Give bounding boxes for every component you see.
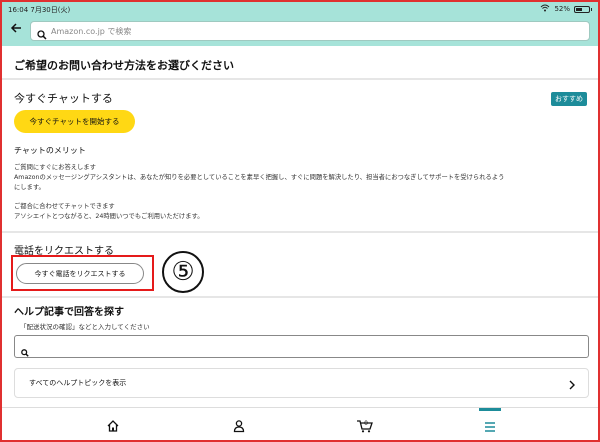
- merit2-title: ご都合に合わせてチャットできます: [14, 203, 115, 210]
- status-time: 16:04 7月30日(火): [8, 6, 71, 14]
- status-bar: 16:04 7月30日(火) 52%: [2, 2, 598, 16]
- chat-merits-heading: チャットのメリット: [14, 146, 86, 155]
- search-icon: [21, 342, 29, 361]
- bottom-tab-bar: 0: [2, 407, 598, 440]
- divider: [2, 231, 598, 233]
- start-chat-button[interactable]: 今すぐチャットを開始する: [14, 110, 135, 133]
- step-number-annotation: ⑤: [162, 251, 204, 293]
- search-header: Amazon.co.jp で検索: [2, 16, 598, 46]
- help-search-input[interactable]: [14, 335, 589, 358]
- search-placeholder: Amazon.co.jp で検索: [51, 27, 132, 36]
- chevron-right-icon: [568, 376, 576, 395]
- help-subtext: 「配送状況の確認」などと入力してください: [20, 323, 150, 331]
- svg-text:0: 0: [364, 420, 368, 427]
- all-help-topics-label: すべてのヘルプトピックを表示: [29, 379, 127, 387]
- help-heading: ヘルプ記事で回答を探す: [14, 307, 124, 318]
- divider: [2, 296, 598, 298]
- divider: [2, 78, 598, 80]
- back-arrow-icon[interactable]: [10, 21, 22, 39]
- person-icon[interactable]: [232, 418, 246, 437]
- page-title: ご希望のお問い合わせ方法をお選びください: [14, 59, 234, 72]
- chat-heading: 今すぐチャットする: [14, 92, 113, 105]
- battery-icon: [574, 5, 590, 13]
- wifi-icon: [540, 4, 550, 14]
- active-tab-indicator: [479, 408, 501, 411]
- request-call-button[interactable]: 今すぐ電話をリクエストする: [16, 263, 144, 284]
- merit1-title: ご質問にすぐにお答えします: [14, 164, 96, 171]
- menu-icon[interactable]: [483, 418, 497, 437]
- cart-icon[interactable]: 0: [356, 418, 374, 437]
- search-input[interactable]: Amazon.co.jp で検索: [30, 21, 590, 41]
- battery-percent: 52%: [554, 5, 570, 13]
- status-right: 52%: [540, 4, 592, 14]
- search-icon: [37, 25, 47, 44]
- merit2-body: アソシエイトとつながると、24時間いつでもご利用いただけます。: [14, 213, 204, 220]
- all-help-topics-link[interactable]: すべてのヘルプトピックを表示: [14, 368, 589, 398]
- merit1-body-line1: Amazonのメッセージングアシスタントは、あなたが知りを必要としていることを素…: [14, 174, 505, 181]
- recommended-badge: おすすめ: [551, 92, 587, 106]
- app-frame: 16:04 7月30日(火) 52% Amazon.co.jp で検索 ご希望の…: [0, 0, 600, 442]
- home-icon[interactable]: [106, 418, 120, 437]
- merit1-body-line2: にします。: [14, 184, 45, 191]
